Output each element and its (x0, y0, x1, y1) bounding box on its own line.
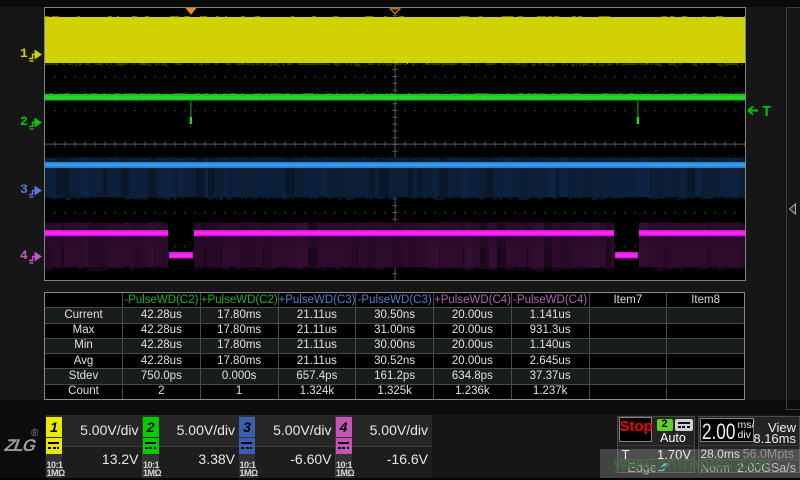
svg-text:T: T (762, 103, 771, 119)
